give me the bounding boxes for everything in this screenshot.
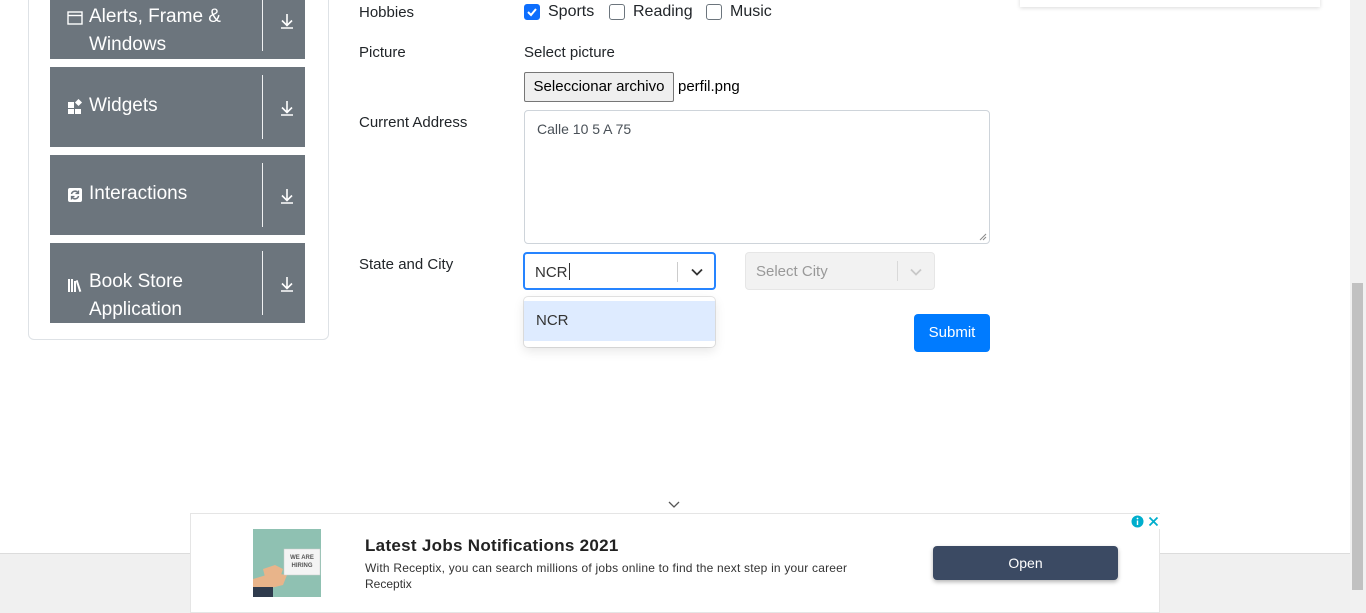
select-separator bbox=[677, 262, 678, 282]
current-address-label: Current Address bbox=[359, 114, 468, 131]
submit-button[interactable]: Submit bbox=[914, 314, 990, 352]
file-name: perfil.png bbox=[678, 78, 740, 95]
check-icon bbox=[527, 8, 537, 17]
state-input[interactable]: NCR bbox=[535, 263, 570, 281]
state-select[interactable]: NCR bbox=[523, 252, 716, 290]
sidebar-group-title: Book Store Application bbox=[89, 271, 183, 320]
state-dropdown-menu: NCR bbox=[524, 297, 715, 347]
sidebar-group-widgets[interactable]: Widgets bbox=[50, 67, 305, 147]
hiring-image: WE ARE HIRING bbox=[253, 529, 321, 597]
window-icon bbox=[67, 11, 83, 25]
checkbox-box[interactable] bbox=[706, 4, 722, 20]
sidebar-group-interactions[interactable]: Interactions bbox=[50, 155, 305, 235]
scrollbar-thumb[interactable] bbox=[1352, 283, 1363, 590]
hobbies-label: Hobbies bbox=[359, 4, 415, 21]
widgets-icon bbox=[68, 99, 83, 114]
interactions-icon bbox=[68, 188, 82, 202]
sidebar-group-title: Widgets bbox=[89, 95, 158, 116]
picture-label: Picture bbox=[359, 44, 406, 61]
checkbox-box[interactable] bbox=[524, 4, 540, 20]
divider bbox=[262, 0, 263, 51]
ad-description: With Receptix, you can search millions o… bbox=[365, 561, 848, 575]
checkbox-box[interactable] bbox=[609, 4, 625, 20]
divider bbox=[262, 75, 263, 139]
sidebar-group-title: Interactions bbox=[89, 183, 188, 204]
checkbox-label[interactable]: Music bbox=[730, 3, 772, 21]
state-city-label: State and City bbox=[359, 256, 454, 273]
close-icon[interactable] bbox=[1146, 514, 1161, 529]
divider bbox=[262, 163, 263, 227]
state-option[interactable]: NCR bbox=[524, 301, 715, 341]
chevron-down-icon[interactable] bbox=[667, 500, 681, 510]
hobby-sports-checkbox[interactable]: Sports bbox=[524, 0, 604, 24]
ad-brand: Receptix bbox=[365, 577, 412, 591]
checkbox-label[interactable]: Reading bbox=[633, 3, 693, 21]
sidebar-group-alerts-frame-windows[interactable]: Alerts, Frame & Windows bbox=[50, 0, 305, 59]
info-icon[interactable] bbox=[1130, 514, 1145, 529]
download-arrow-icon[interactable] bbox=[278, 99, 296, 117]
svg-text:HIRING: HIRING bbox=[292, 563, 313, 569]
chevron-down-icon[interactable] bbox=[690, 265, 704, 279]
ad-open-button[interactable]: Open bbox=[933, 546, 1118, 580]
hobby-music-checkbox[interactable]: Music bbox=[706, 0, 786, 24]
city-placeholder: Select City bbox=[756, 263, 828, 280]
text-caret bbox=[568, 263, 570, 280]
divider bbox=[262, 251, 263, 315]
checkbox-label[interactable]: Sports bbox=[548, 3, 594, 21]
sidebar-group-title: Alerts, Frame & Windows bbox=[89, 6, 221, 55]
download-arrow-icon[interactable] bbox=[278, 275, 296, 293]
city-select[interactable]: Select City bbox=[745, 252, 935, 290]
download-arrow-icon[interactable] bbox=[278, 12, 296, 30]
choose-file-button[interactable]: Seleccionar archivo bbox=[524, 72, 674, 102]
ad-banner[interactable]: WE ARE HIRING Latest Jobs Notifications … bbox=[190, 513, 1161, 613]
hobby-reading-checkbox[interactable]: Reading bbox=[609, 0, 699, 24]
sidebar-group-book-store[interactable]: Book Store Application bbox=[50, 243, 305, 323]
resize-grip-icon[interactable] bbox=[979, 233, 987, 241]
address-value: Calle 10 5 A 75 bbox=[537, 121, 632, 137]
select-separator bbox=[897, 261, 898, 281]
chevron-down-icon[interactable] bbox=[909, 265, 923, 279]
download-arrow-icon[interactable] bbox=[278, 187, 296, 205]
state-input-text: NCR bbox=[535, 264, 568, 281]
svg-text:WE ARE: WE ARE bbox=[290, 555, 314, 561]
book-store-icon bbox=[68, 279, 82, 293]
hiring-illustration: WE ARE HIRING bbox=[253, 529, 321, 597]
picture-prompt: Select picture bbox=[524, 44, 615, 61]
ad-title[interactable]: Latest Jobs Notifications 2021 bbox=[365, 536, 619, 556]
current-address-textarea[interactable]: Calle 10 5 A 75 bbox=[524, 110, 990, 244]
ad-panel bbox=[1020, 0, 1320, 7]
